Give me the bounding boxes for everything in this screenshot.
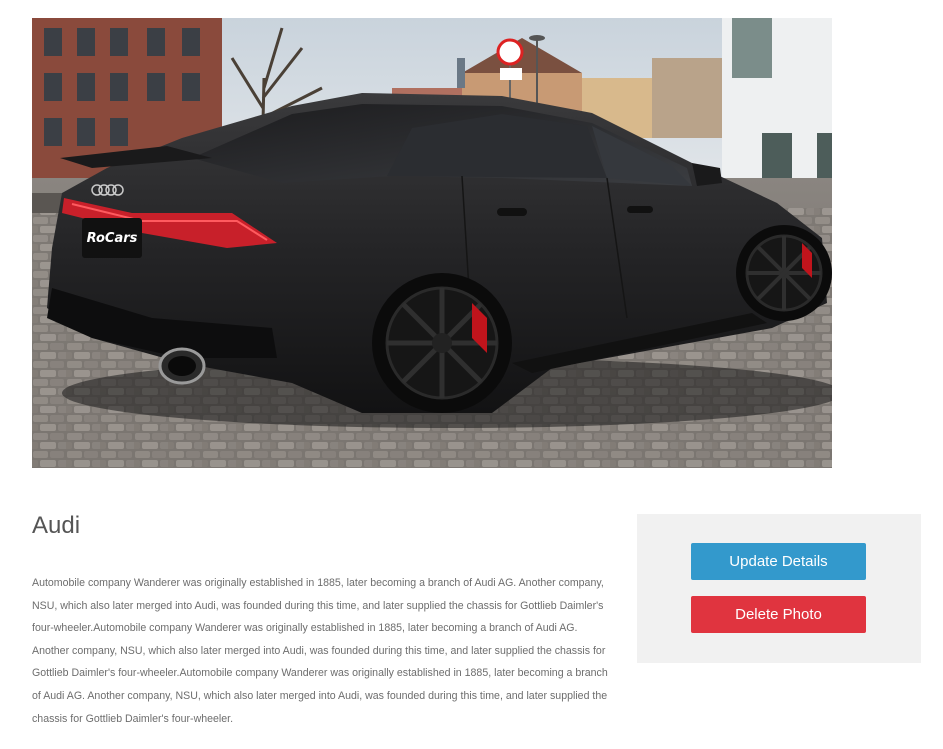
car-title: Audi [32, 512, 81, 539]
car-description: Automobile company Wanderer was original… [32, 577, 608, 725]
action-panel: Update Details Delete Photo [637, 514, 921, 663]
plate-text: RoCars [87, 231, 138, 246]
car-photo-image: RoCars [32, 18, 832, 468]
update-details-button[interactable]: Update Details [691, 543, 866, 580]
car-photo: RoCars [32, 18, 832, 468]
car-detail-page: RoCars Audi Automobile company Wanderer … [0, 0, 943, 749]
delete-photo-button[interactable]: Delete Photo [691, 596, 866, 633]
